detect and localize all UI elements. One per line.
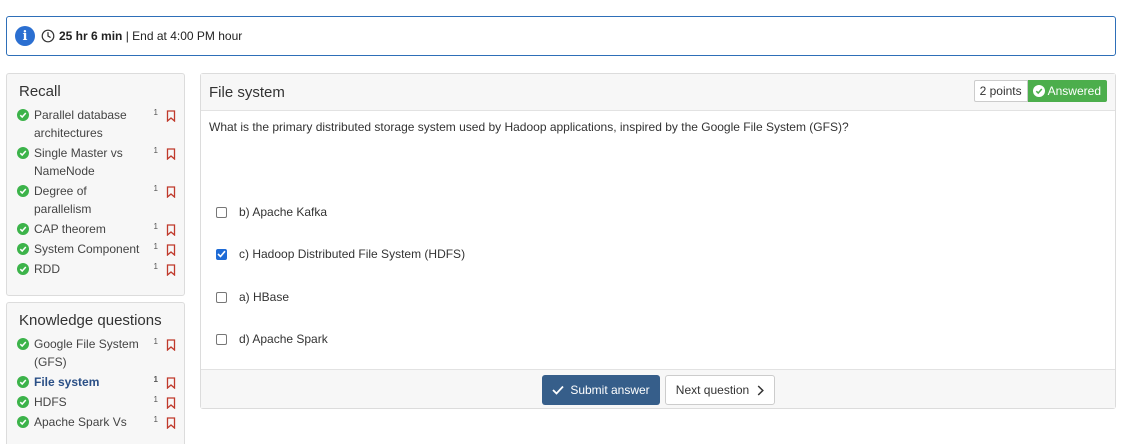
knowledge-panel: Knowledge questions Google File System (G… xyxy=(6,302,185,444)
question-badges: 2 points Answered xyxy=(973,80,1107,102)
answer-option-label: b) Apache Kafka xyxy=(239,205,328,219)
sidebar-item-count: 1 xyxy=(153,222,158,231)
sidebar-item[interactable]: Apache Spark Vs 1 xyxy=(7,413,184,431)
sidebar-item-label: Google File System xyxy=(34,337,139,351)
submit-answer-button[interactable]: Submit answer xyxy=(542,375,660,405)
bookmark-icon[interactable] xyxy=(166,263,176,277)
points-badge: 2 points xyxy=(973,80,1028,102)
answer-checkbox[interactable] xyxy=(216,333,227,345)
timer-duration: 25 hr 6 min xyxy=(59,29,123,43)
answer-option-label: c) Hadoop Distributed File System (HDFS) xyxy=(239,247,466,261)
sidebar-item[interactable]: System Component 1 xyxy=(7,240,184,258)
answer-option[interactable]: d) Apache Spark xyxy=(216,332,328,346)
sidebar-item-label: RDD xyxy=(34,262,60,276)
answer-option-label: d) Apache Spark xyxy=(239,332,328,346)
knowledge-title: Knowledge questions xyxy=(19,312,162,329)
recall-panel: Recall Parallel database architectures 1 Si… xyxy=(6,73,185,296)
timer-separator: | xyxy=(125,29,129,43)
sidebar-item-count: 1 xyxy=(153,395,158,404)
check-circle-icon xyxy=(17,338,29,350)
answer-checkbox[interactable] xyxy=(216,248,227,260)
submit-answer-label: Submit answer xyxy=(570,383,650,397)
check-circle-icon xyxy=(17,376,29,388)
sidebar-item[interactable]: Parallel database architectures 1 xyxy=(7,106,184,142)
sidebar-item-count: 1 xyxy=(153,262,158,271)
sidebar-item-count: 1 xyxy=(153,375,158,384)
check-circle-icon xyxy=(17,396,29,408)
sidebar-item[interactable]: File system 1 xyxy=(7,373,184,391)
sidebar-item-label: Parallel database xyxy=(34,108,127,122)
next-question-label: Next question xyxy=(675,383,750,397)
sidebar-item-count: 1 xyxy=(153,242,158,251)
sidebar-item[interactable]: Google File System (GFS) 1 xyxy=(7,335,184,371)
answer-option[interactable]: a) HBase xyxy=(216,290,289,304)
bookmark-icon[interactable] xyxy=(166,243,176,257)
answered-badge: Answered xyxy=(1027,80,1107,102)
bookmark-icon[interactable] xyxy=(166,416,176,430)
bookmark-icon[interactable] xyxy=(166,109,176,123)
answer-option[interactable]: b) Apache Kafka xyxy=(216,205,327,219)
check-circle-icon xyxy=(17,147,29,159)
sidebar-item-count: 1 xyxy=(153,415,158,424)
sidebar-item[interactable]: Degree of parallelism 1 xyxy=(7,182,184,218)
sidebar-item-label-cont: (GFS) xyxy=(34,355,67,369)
bookmark-icon[interactable] xyxy=(166,376,176,390)
answer-option[interactable]: c) Hadoop Distributed File System (HDFS) xyxy=(216,247,465,261)
sidebar-item-count: 1 xyxy=(153,337,158,346)
bookmark-icon[interactable] xyxy=(166,396,176,410)
check-circle-icon xyxy=(17,416,29,428)
check-circle-icon xyxy=(17,223,29,235)
question-title: File system xyxy=(209,83,285,101)
sidebar-item-label: Single Master vs xyxy=(34,146,123,160)
sidebar-item-label: Apache Spark Vs xyxy=(34,415,127,429)
question-card: File system 2 points Answered What is th… xyxy=(200,73,1116,409)
question-footer: Submit answer Next question xyxy=(201,369,1115,408)
sidebar-item-count: 1 xyxy=(153,108,158,117)
sidebar-item[interactable]: Single Master vs NameNode 1 xyxy=(7,144,184,180)
sidebar-item[interactable]: CAP theorem 1 xyxy=(7,220,184,238)
sidebar-item-count: 1 xyxy=(153,184,158,193)
sidebar-item-label-cont: NameNode xyxy=(34,164,95,178)
recall-title: Recall xyxy=(19,83,61,100)
question-text: What is the primary distributed storage … xyxy=(209,120,849,134)
sidebar-item-label: File system xyxy=(34,375,100,389)
timer-bar: i 25 hr 6 min | End at 4:00 PM hour xyxy=(6,16,1116,56)
clock-icon xyxy=(41,29,55,43)
sidebar-item-count: 1 xyxy=(153,146,158,155)
info-icon: i xyxy=(15,26,35,46)
sidebar-item-label-cont: architectures xyxy=(34,126,103,140)
checkmark-icon xyxy=(552,385,564,395)
sidebar-item-label-cont: parallelism xyxy=(34,202,92,216)
check-circle-icon xyxy=(17,243,29,255)
answer-checkbox[interactable] xyxy=(216,206,227,218)
check-circle-icon xyxy=(17,185,29,197)
next-question-button[interactable]: Next question xyxy=(665,375,775,405)
bookmark-icon[interactable] xyxy=(166,223,176,237)
answer-option-label: a) HBase xyxy=(239,290,290,304)
chevron-right-icon xyxy=(757,384,765,396)
check-circle-icon xyxy=(17,109,29,121)
check-circle-icon xyxy=(1032,85,1045,97)
timer-text: 25 hr 6 min | End at 4:00 PM hour xyxy=(59,29,242,43)
sidebar-item[interactable]: HDFS 1 xyxy=(7,393,184,411)
bookmark-icon[interactable] xyxy=(166,147,176,161)
sidebar-item-label: CAP theorem xyxy=(34,222,106,236)
answer-checkbox[interactable] xyxy=(216,291,227,303)
sidebar-item-label: System Component xyxy=(34,242,140,256)
bookmark-icon[interactable] xyxy=(166,338,176,352)
answered-label: Answered xyxy=(1047,84,1101,98)
bookmark-icon[interactable] xyxy=(166,185,176,199)
timer-end: End at 4:00 PM hour xyxy=(132,29,243,43)
sidebar-item-label: HDFS xyxy=(34,395,67,409)
check-circle-icon xyxy=(17,263,29,275)
sidebar-item-label: Degree of xyxy=(34,184,87,198)
question-header: File system 2 points Answered xyxy=(201,74,1115,111)
sidebar-item[interactable]: RDD 1 xyxy=(7,260,184,278)
